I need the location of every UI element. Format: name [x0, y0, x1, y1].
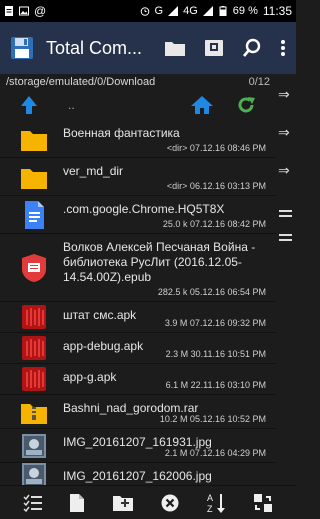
app-bar: Total Com...: [0, 22, 296, 74]
file-meta: 2.1 M 07.12.16 04:29 PM: [164, 448, 266, 458]
new-folder-icon[interactable]: [112, 494, 134, 512]
navigation-row: ..: [0, 90, 276, 120]
new-file-icon[interactable]: [69, 493, 85, 513]
file-name: ver_md_dir: [63, 164, 124, 178]
file-meta: <dir> 07.12.16 08:46 PM: [166, 143, 266, 153]
sort-az-icon[interactable]: AZ: [206, 492, 226, 514]
file-meta: 10.2 M 05.12.16 10:52 PM: [159, 414, 266, 424]
folder-icon: [20, 162, 48, 192]
at-icon: @: [34, 4, 47, 18]
home-icon[interactable]: [190, 95, 214, 115]
alarm-icon: [140, 7, 149, 16]
folder-icon: [20, 124, 48, 154]
file-row[interactable]: IMG_20161207_161931.jpg 2.1 M 07.12.16 04…: [0, 429, 276, 463]
file-meta: 25.0 k 07.12.16 08:42 PM: [162, 219, 266, 229]
file-row[interactable]: Волков Алексей Песчаная Война - библиоте…: [0, 234, 276, 302]
file-meta: 2.3 M 30.11.16 10:51 PM: [165, 349, 266, 359]
file-row[interactable]: штат смс.apk 3.9 M 07.12.16 09:32 PM: [0, 302, 276, 333]
refresh-icon[interactable]: [236, 95, 256, 115]
battery-percent: 69 %: [232, 5, 258, 17]
file-row[interactable]: Военная фантастика <dir> 07.12.16 08:46 P…: [0, 120, 276, 158]
battery-icon: [219, 6, 227, 16]
svg-text:Z: Z: [207, 504, 213, 514]
overflow-menu-icon[interactable]: [280, 38, 286, 58]
select-list-icon[interactable]: [23, 493, 43, 513]
apk-icon: [20, 333, 48, 363]
notification-image-icon: [19, 6, 29, 16]
status-bar: @ G 4G 69 % 11:35: [0, 0, 296, 22]
file-meta: <dir> 06.12.16 03:13 PM: [166, 181, 266, 191]
search-icon[interactable]: [242, 38, 262, 58]
signal-letter: G: [154, 5, 164, 17]
file-name: IMG_20161207_162006.jpg: [63, 469, 212, 483]
apk-icon: [20, 364, 48, 394]
file-row[interactable]: IMG_20161207_162006.jpg: [0, 460, 276, 485]
storage-icon[interactable]: [204, 38, 224, 58]
file-meta: 6.1 M 22.11.16 03:10 PM: [165, 380, 266, 390]
arrow-right-icon[interactable]: ⇒: [278, 163, 294, 177]
archive-icon: [20, 397, 48, 427]
signal-icon-2: [202, 6, 213, 16]
svg-text:A: A: [207, 493, 213, 503]
copy-move-icon[interactable]: [253, 493, 273, 513]
selection-count: 0/12: [248, 76, 270, 88]
file-row[interactable]: app-debug.apk 2.3 M 30.11.16 10:51 PM: [0, 333, 276, 364]
file-list: Военная фантастика <dir> 07.12.16 08:46 P…: [0, 120, 276, 485]
equals-icon[interactable]: [279, 234, 292, 241]
file-meta: 282.5 k 05.12.16 06:54 PM: [157, 287, 266, 297]
file-meta: 3.9 M 07.12.16 09:32 PM: [164, 318, 266, 328]
file-row[interactable]: .com.google.Chrome.HQ5T8X 25.0 k 07.12.16…: [0, 196, 276, 234]
network-type: 4G: [183, 5, 198, 17]
arrow-right-icon[interactable]: ⇒: [278, 87, 294, 101]
path-bar: /storage/emulated/0/Download 0/12: [0, 74, 276, 90]
delete-circle-icon[interactable]: [160, 493, 180, 513]
save-disk-icon[interactable]: [10, 36, 34, 60]
bottom-toolbar: AZ: [0, 485, 296, 519]
equals-icon[interactable]: [279, 210, 292, 217]
document-icon: [20, 200, 48, 230]
up-arrow-icon[interactable]: [20, 95, 38, 115]
file-name: .com.google.Chrome.HQ5T8X: [63, 202, 225, 216]
file-row[interactable]: ver_md_dir <dir> 06.12.16 03:13 PM: [0, 158, 276, 196]
file-name: Волков Алексей Песчаная Война - библиоте…: [63, 240, 256, 284]
file-name: Военная фантастика: [63, 126, 180, 140]
side-panel: ⇒ ⇒ ⇒: [276, 74, 296, 485]
arrow-right-icon[interactable]: ⇒: [278, 125, 294, 139]
current-path: /storage/emulated/0/Download: [6, 76, 156, 88]
apk-icon: [20, 302, 48, 332]
file-row[interactable]: app-g.apk 6.1 M 22.11.16 03:10 PM: [0, 364, 276, 395]
image-icon: [20, 431, 48, 461]
parent-directory[interactable]: ..: [68, 98, 75, 112]
image-icon: [20, 460, 48, 485]
app-title: Total Com...: [46, 37, 143, 58]
notification-file-icon: [5, 6, 13, 16]
clock: 11:35: [262, 4, 292, 18]
epub-icon: [20, 253, 48, 283]
signal-icon: [168, 6, 179, 16]
folder-icon[interactable]: [164, 38, 186, 58]
file-row[interactable]: Bashni_nad_gorodom.rar 10.2 M 05.12.16 10…: [0, 395, 276, 429]
